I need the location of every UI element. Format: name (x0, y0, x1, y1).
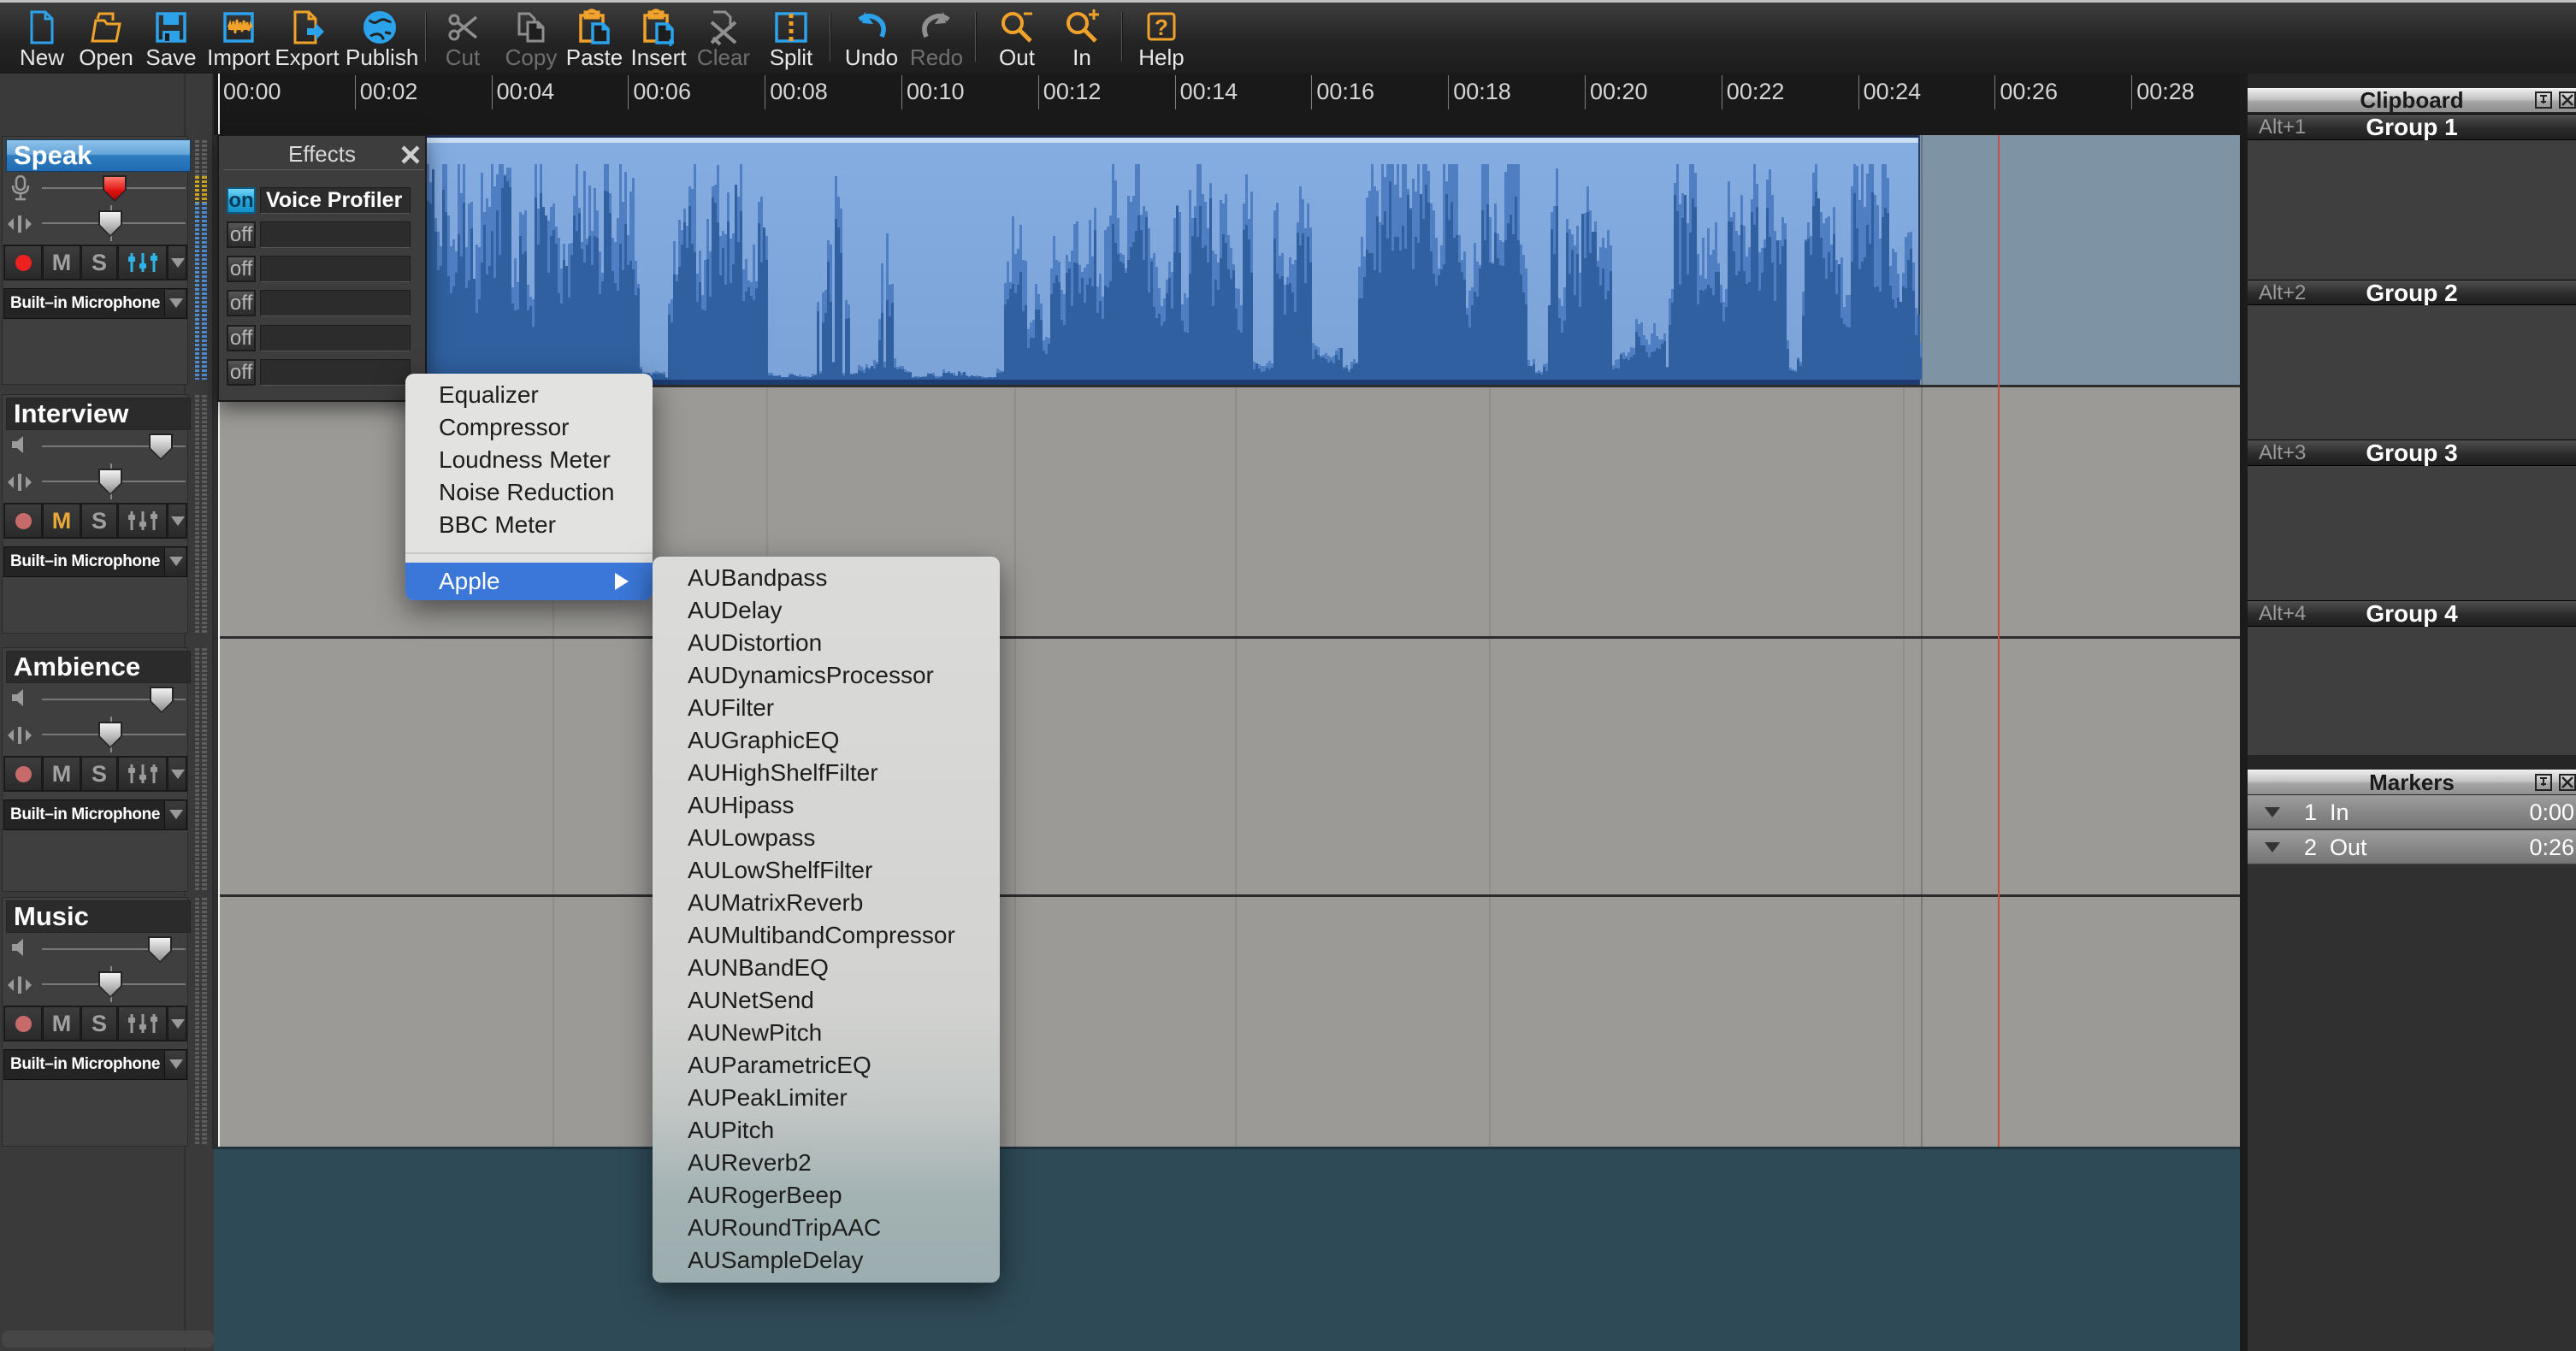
svg-text:?: ? (1155, 15, 1168, 40)
